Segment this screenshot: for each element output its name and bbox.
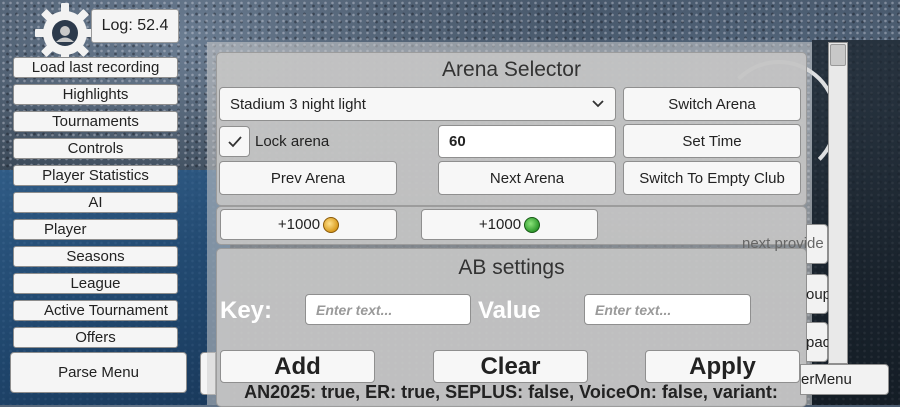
sidebar-item-player-statistics[interactable]: Player Statistics [13,165,178,186]
time-input[interactable]: 60 [438,125,616,158]
scrollbar[interactable] [828,42,848,364]
next-arena-label: Next Arena [489,169,565,187]
add-gems-button[interactable]: +1000 [421,209,598,240]
sidebar-item-tournaments[interactable]: Tournaments [13,111,178,132]
sidebar-item-controls[interactable]: Controls [13,138,178,159]
add-button[interactable]: Add [220,350,375,383]
parse-menu-button[interactable]: Parse Menu [10,352,187,393]
add-gems-label: +1000 [478,216,522,233]
sidebar-item-league[interactable]: League [13,273,178,294]
space-label: pace [806,334,828,351]
log-readout: Log: 52.4 [91,9,179,43]
partial-menu-button[interactable]: erMenu [800,364,889,395]
group-label: oup [806,286,828,303]
lock-arena-label: Lock arena [255,133,330,150]
gold-coin-icon [323,216,340,233]
sidebar-item-active-tournament[interactable]: Active Tournament [13,300,178,321]
arena-dropdown-value: Stadium 3 night light [230,95,366,113]
sidebar-item-offers[interactable]: Offers [13,327,178,348]
value-input-placeholder: Enter text... [595,301,672,318]
sidebar-item-highlights[interactable]: Highlights [13,84,178,105]
key-input-placeholder: Enter text... [316,301,393,318]
chevron-down-icon [591,97,605,115]
key-input[interactable]: Enter text... [305,294,471,325]
ab-status-text: AN2025: true, ER: true, SEPLUS: false, V… [244,382,778,402]
sidebar-item-seasons[interactable]: Seasons [13,246,178,267]
value-label: Value [478,297,541,324]
value-input[interactable]: Enter text... [584,294,751,325]
add-gold-label: +1000 [277,216,321,233]
switch-empty-club-button[interactable]: Switch To Empty Club [623,161,801,195]
panel-title: Arena Selector [442,58,581,81]
next-arena-button[interactable]: Next Arena [438,161,616,195]
lock-arena-checkbox[interactable] [219,126,250,157]
add-gold-button[interactable]: +1000 [220,209,397,240]
arena-dropdown[interactable]: Stadium 3 night light [219,87,616,121]
prev-arena-button[interactable]: Prev Arena [219,161,397,195]
panel-title: AB settings [458,256,565,279]
scrollbar-thumb[interactable] [830,44,846,66]
sidebar-item-load-last-recording[interactable]: Load last recording [13,57,178,78]
apply-button[interactable]: Apply [645,350,800,383]
set-time-button[interactable]: Set Time [623,124,801,158]
key-label: Key: [220,297,273,324]
check-icon [227,135,242,147]
time-input-value: 60 [449,133,466,150]
sidebar-item-player[interactable]: Player [13,219,178,240]
switch-arena-button[interactable]: Switch Arena [623,87,801,121]
clear-button[interactable]: Clear [433,350,588,383]
menu-button-label: erMenu [801,371,852,388]
green-gem-icon [524,216,541,233]
next-provider-label: next provide [742,235,824,252]
sidebar-item-ai[interactable]: AI [13,192,178,213]
